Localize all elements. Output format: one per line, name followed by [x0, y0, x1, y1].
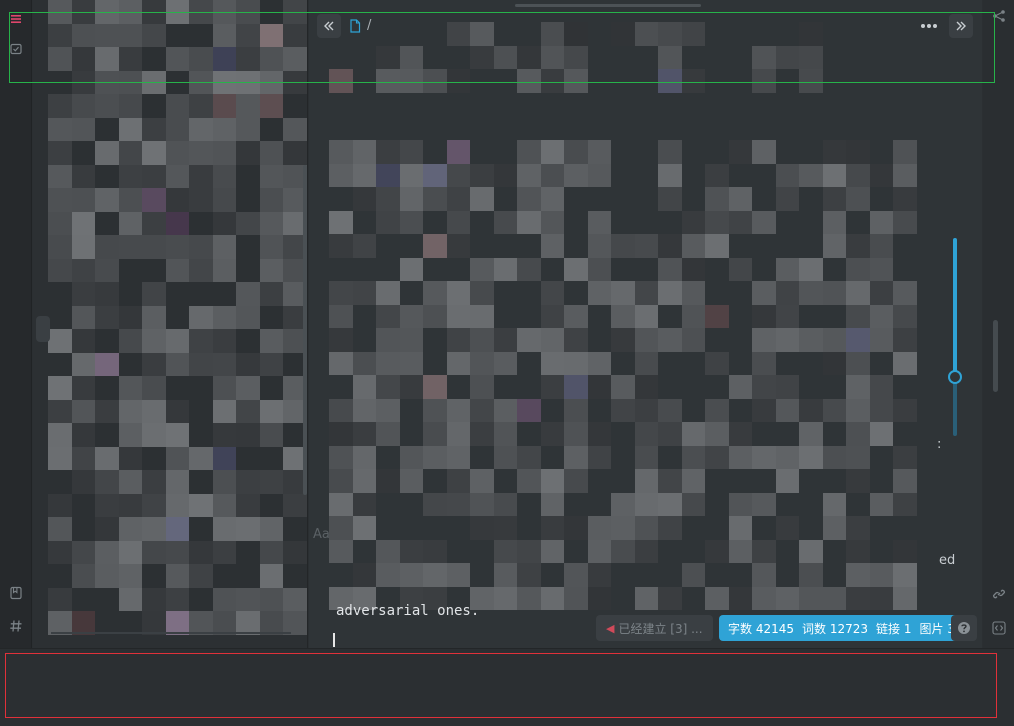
help-icon: [958, 622, 970, 634]
pending-text: 已经建立 [3] ...: [618, 621, 703, 636]
zoom-slider[interactable]: [948, 238, 962, 436]
editor-scrollbar[interactable]: [993, 320, 998, 392]
slider-fill: [953, 238, 957, 377]
right-rail: [983, 0, 1014, 648]
link-icon: [992, 589, 1006, 599]
editor-text-line[interactable]: adversarial ones.: [336, 603, 479, 619]
menu-icon[interactable]: [7, 10, 25, 28]
link-count: 链接 1: [876, 621, 912, 636]
more-options-button[interactable]: [917, 14, 941, 38]
sidebar-redacted-content: [48, 0, 307, 635]
file-sidebar: [33, 0, 308, 648]
checkbox-icon[interactable]: [7, 40, 25, 58]
bottom-panel: [0, 648, 1014, 726]
text-cursor: [333, 633, 335, 647]
share-icon: [993, 10, 1005, 22]
help-button[interactable]: [951, 615, 977, 641]
share-button[interactable]: [989, 6, 1009, 26]
nav-forward-button[interactable]: [949, 14, 973, 38]
char-count: 字数 42145: [728, 621, 794, 636]
editor-redacted-content: [329, 140, 917, 610]
text-fragment-colon: :: [937, 437, 942, 452]
sidebar-collapse-handle[interactable]: [36, 316, 50, 342]
slider-knob[interactable]: [948, 370, 962, 384]
sidebar-divider: [51, 632, 291, 634]
code-button[interactable]: [989, 618, 1009, 638]
bookmark-icon[interactable]: [7, 584, 25, 602]
more-icon: [921, 24, 937, 28]
image-count: 图片 3: [919, 621, 955, 636]
ribbon: [0, 0, 32, 648]
window-drag-strip[interactable]: [515, 4, 701, 7]
font-size-hint: Aa: [313, 527, 330, 542]
editor-pane: / Aa : ed adversarial ones. ◀ 已经建立 [3] .…: [309, 0, 982, 648]
sidebar-scrollbar[interactable]: [303, 165, 307, 495]
word-count: 词数 12723: [802, 621, 868, 636]
megaphone-icon: ◀: [606, 621, 615, 635]
text-fragment-ed: ed: [939, 553, 956, 568]
slider-track-rest: [953, 377, 957, 436]
code-icon: [992, 621, 1006, 635]
link-button[interactable]: [989, 584, 1009, 604]
header-redacted-title: [329, 22, 823, 93]
word-count-badge[interactable]: 字数 42145 词数 12723 链接 1 图片 3: [719, 615, 964, 641]
status-pending-item[interactable]: ◀ 已经建立 [3] ...: [596, 615, 713, 641]
double-chevron-right-icon: [956, 21, 966, 31]
hash-icon[interactable]: [7, 617, 25, 635]
